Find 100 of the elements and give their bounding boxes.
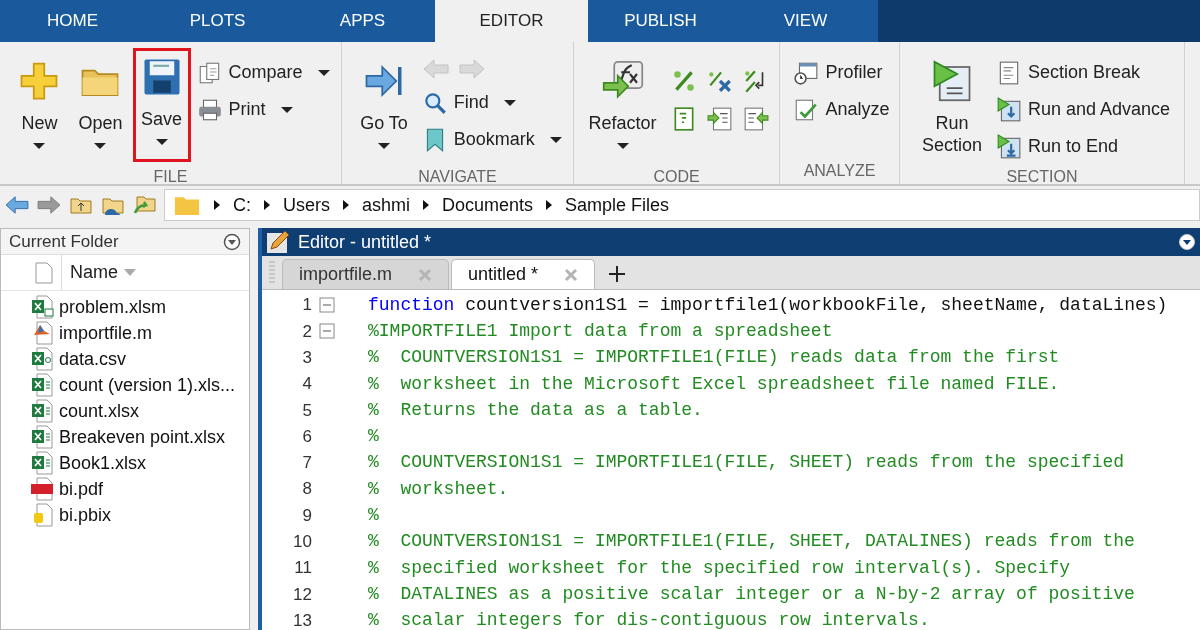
file-row[interactable]: bi.pdf [1,476,249,502]
save-button[interactable]: Save [132,48,191,162]
code-line: % COUNTVERSION1S1 = IMPORTFILE1(FILE, SHEET, DATALINES) reads from the [367,530,1135,554]
ribbon-button[interactable]: New [10,52,69,166]
ribbon-button[interactable]: Compare [196,54,331,91]
ribbon-button[interactable]: Refactor [580,52,665,166]
file-row[interactable]: data.csv [1,346,249,372]
dropdown-caret-icon [316,68,331,77]
indent-icon [706,106,733,132]
fold-toggle-icon[interactable] [319,297,335,314]
pencil-icon [266,230,290,254]
spreadsheet-file-icon [31,373,55,397]
file-row[interactable]: Breakeven point.xlsx [1,424,249,450]
group-label: SECTION [1006,167,1078,187]
group-label: FILE [153,167,188,187]
run-advance-icon [995,96,1022,123]
line-number: 3 [301,347,312,369]
file-column-icon [35,261,53,284]
dropdown-caret-icon [548,135,563,144]
dropdown-caret-icon [502,98,517,107]
path-field[interactable]: C: Users ashmi Documents Sample Files [164,189,1200,221]
document-tab[interactable]: importfile.m [282,259,449,289]
dropdown-caret-icon [376,142,391,150]
spreadsheet-file-icon [31,295,55,319]
dropdown-caret-icon [279,105,294,114]
spreadsheet-file-icon [31,425,55,449]
sort-caret-icon [124,268,136,277]
document-tab[interactable]: untitled * [451,259,596,289]
file-row[interactable]: importfile.m [1,320,249,346]
dropdown-caret-icon [615,142,630,150]
line-number: 1 [301,294,312,317]
ribbon-button[interactable]: Run to End [995,128,1118,165]
code-line: % DATALINES as a positive scalar integer or a N-by-2 array of positive [367,582,1135,606]
ribbon-button[interactable]: Bookmark [421,121,563,158]
breadcrumb-item[interactable]: ashmi [362,191,411,219]
breadcrumb-arrow-icon [213,199,221,211]
back-arrow-icon [421,58,450,80]
run-to-end-icon [995,133,1022,160]
ribbon-tab[interactable]: APPS [290,0,435,42]
spreadsheet-file-icon [31,399,55,423]
breadcrumb-arrow-icon [545,199,554,211]
ribbon-button[interactable]: Profiler [793,54,883,91]
ribbon-tab[interactable]: EDITOR [435,0,588,42]
ribbon-button[interactable]: Find [421,84,517,121]
breadcrumb-item[interactable]: Users [283,191,330,219]
file-row[interactable]: bi.pbix [1,502,249,528]
back-arrow-icon[interactable] [4,195,30,215]
ribbon-button[interactable]: Analyze [793,91,890,128]
group-label: NAVIGATE [418,167,497,187]
csv-file-icon [31,347,55,371]
group-label: CODE [653,167,700,187]
ribbon-button[interactable]: Open [70,52,131,166]
grip-icon [268,260,276,286]
line-number: 12 [292,583,312,606]
outdent-icon [742,106,769,132]
ribbon-button[interactable]: Print [196,91,294,128]
breadcrumb-arrow-icon [342,199,350,211]
dropdown-caret-icon [93,142,108,150]
forward-arrow-icon [457,58,486,80]
file-row[interactable]: Book1.xlsx [1,450,249,476]
fold-toggle-icon[interactable] [319,323,335,340]
breadcrumb-item[interactable]: Documents [442,191,534,219]
panel-title: Current Folder [9,230,119,253]
code-line: % worksheet in the Microsoft Excel spreadsheet file named FILE. [367,372,1060,396]
breadcrumb-item[interactable]: Sample Files [565,191,670,219]
ribbon-button[interactable]: Run and Advance [995,91,1171,128]
report-file-icon [31,503,55,527]
breadcrumb-item[interactable]: C: [233,191,251,219]
code-line: % COUNTVERSION1S1 = IMPORTFILE1(FILE) reads data from the first [367,346,1060,370]
line-number: 5 [301,399,312,422]
editor-title: Editor - untitled * [298,230,433,254]
breadcrumb-arrow-icon [263,199,271,211]
ribbon-tab[interactable]: HOME [0,0,145,42]
ribbon-button[interactable]: Section Break [995,54,1140,91]
column-header[interactable]: Name [61,255,249,290]
forward-arrow-icon[interactable] [36,195,62,215]
ribbon-tab[interactable]: PLOTS [145,0,290,42]
file-row[interactable]: problem.xlsm [1,294,249,320]
pdf-file-icon [31,477,55,501]
code-line: % COUNTVERSION1S1 = IMPORTFILE1(FILE, SHEET) reads from the specified [367,451,1125,475]
ribbon-button[interactable]: Run Section [913,52,990,166]
folder-icon [173,194,201,216]
code-line: % worksheet. [367,477,509,501]
breadcrumb-arrow-icon [422,199,431,211]
file-row[interactable]: count (version 1).xls... [1,372,249,398]
script-file-icon [31,321,55,345]
code-line: % Returns the data as a table. [367,398,703,422]
close-icon[interactable] [564,267,579,282]
line-number: 6 [301,425,312,448]
code-line: %IMPORTFILE1 Import data from a spreadsheet [367,319,833,343]
code-line: % scalar integers for dis-contiguous row intervals. [367,609,930,630]
code-line: % [367,425,379,449]
line-number: 4 [301,373,312,396]
panel-menu-icon[interactable] [223,232,241,251]
file-row[interactable]: count.xlsx [1,398,249,424]
line-number: 7 [301,452,312,475]
ribbon-tab[interactable]: VIEW [733,0,878,42]
ribbon-button[interactable]: Go To [352,52,416,166]
line-number: 13 [292,609,312,630]
ribbon-tab[interactable]: PUBLISH [588,0,733,42]
